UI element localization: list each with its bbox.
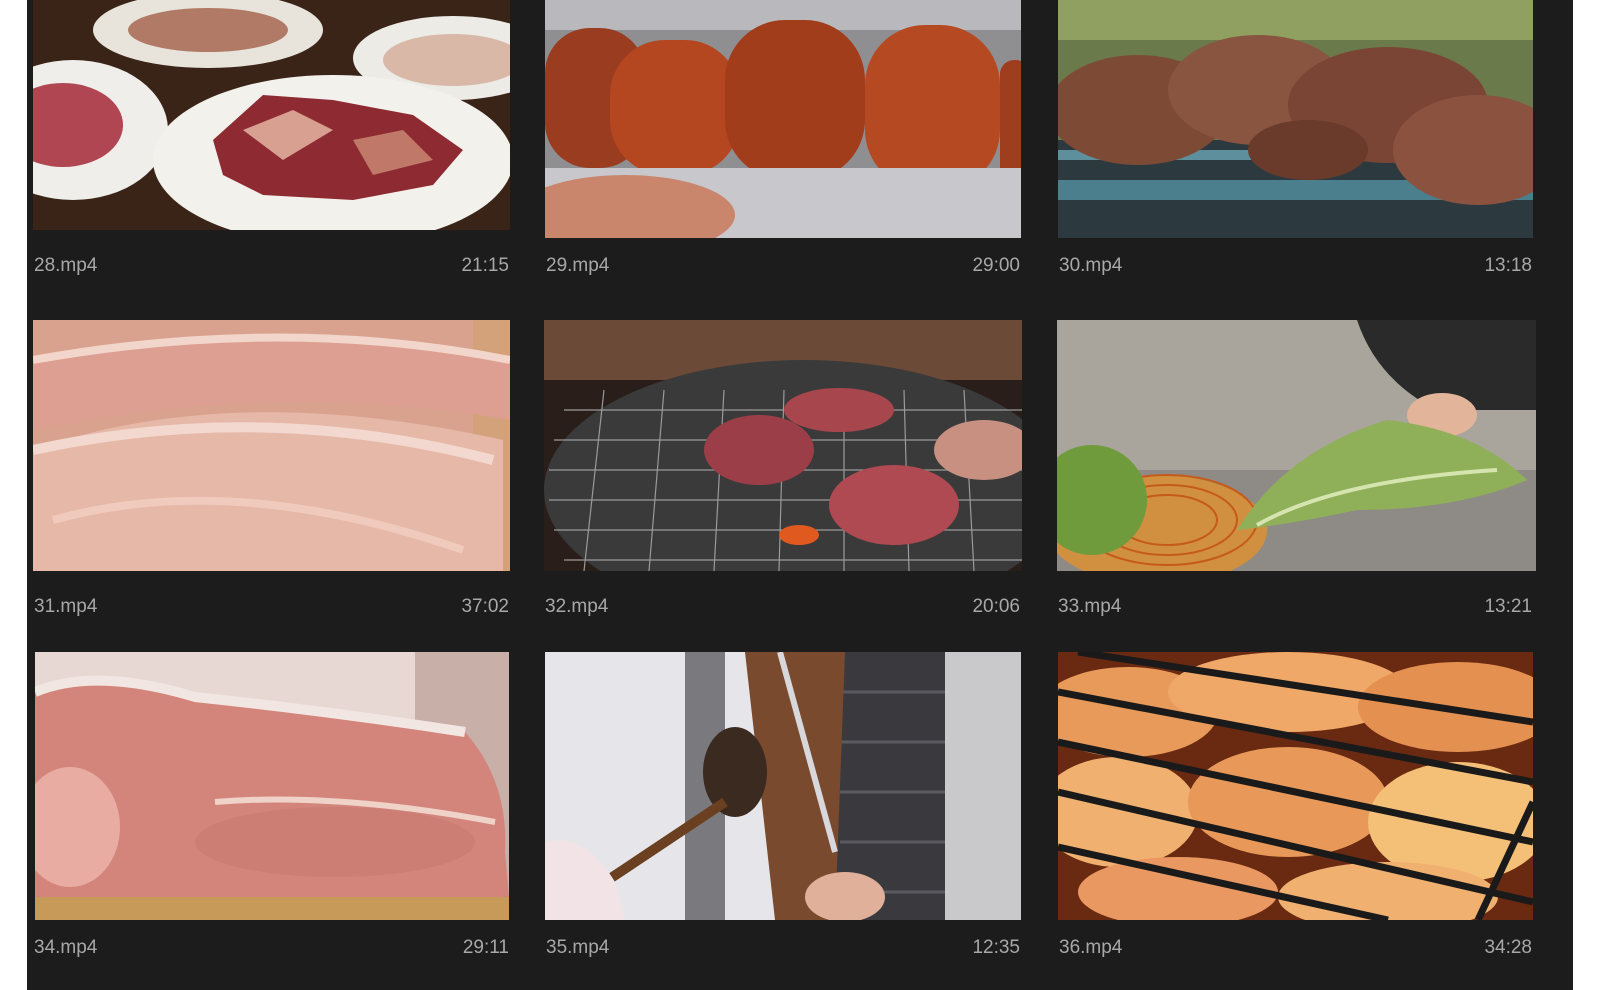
media-tile-meta: 34.mp4 29:11 [33,936,510,960]
duration-label: 37:02 [461,596,509,617]
file-name: 30.mp4 [1059,255,1123,276]
media-tile-meta: 31.mp4 37:02 [33,595,510,619]
file-name: 34.mp4 [34,937,98,958]
video-thumbnail-grilled-chicken[interactable] [1058,652,1533,920]
media-tile-meta: 35.mp4 12:35 [545,936,1021,960]
duration-label: 21:15 [461,255,509,276]
file-name: 31.mp4 [34,596,98,617]
media-tile-meta: 33.mp4 13:21 [1057,595,1533,619]
video-thumbnail-raw-meat-plates[interactable] [33,0,510,230]
file-name: 35.mp4 [546,937,610,958]
video-thumbnail-sliced-raw-pork[interactable] [33,320,510,571]
video-thumbnail-doner-kebab[interactable] [545,652,1021,920]
video-thumbnail-raw-meat-block[interactable] [35,652,509,920]
media-tile-meta: 29.mp4 29:00 [545,254,1021,278]
file-name: 32.mp4 [545,596,609,617]
media-tile-33[interactable]: 33.mp4 13:21 [1057,320,1536,620]
file-name: 29.mp4 [546,255,610,276]
media-tile-29[interactable]: 29.mp4 29:00 [545,0,1021,280]
media-browser-panel: 28.mp4 21:15 29.mp4 29:00 30.mp4 13:18 3… [27,0,1573,990]
media-tile-30[interactable]: 30.mp4 13:18 [1058,0,1533,280]
duration-label: 29:00 [972,255,1020,276]
media-tile-meta: 36.mp4 34:28 [1058,936,1533,960]
media-tile-31[interactable]: 31.mp4 37:02 [33,320,510,620]
media-tile-28[interactable]: 28.mp4 21:15 [33,0,510,280]
media-tile-35[interactable]: 35.mp4 12:35 [545,652,1021,972]
duration-label: 29:11 [462,937,509,958]
file-name: 33.mp4 [1058,596,1122,617]
media-tile-meta: 32.mp4 20:06 [544,595,1021,619]
duration-label: 13:21 [1484,596,1532,617]
media-tile-32[interactable]: 32.mp4 20:06 [544,320,1022,620]
video-thumbnail-lettuce-basket[interactable] [1057,320,1536,571]
media-tile-34[interactable]: 34.mp4 29:11 [33,652,510,972]
duration-label: 12:35 [972,937,1020,958]
file-name: 36.mp4 [1059,937,1123,958]
duration-label: 34:28 [1484,937,1532,958]
file-name: 28.mp4 [34,255,98,276]
video-thumbnail-meat-skewers[interactable] [1058,0,1533,238]
duration-label: 13:18 [1484,255,1532,276]
video-thumbnail-grilled-sausages[interactable] [545,0,1021,238]
media-tile-meta: 30.mp4 13:18 [1058,254,1533,278]
media-tile-36[interactable]: 36.mp4 34:28 [1058,652,1533,972]
media-tile-meta: 28.mp4 21:15 [33,254,510,278]
video-thumbnail-charcoal-grill[interactable] [544,320,1022,571]
duration-label: 20:06 [972,596,1020,617]
